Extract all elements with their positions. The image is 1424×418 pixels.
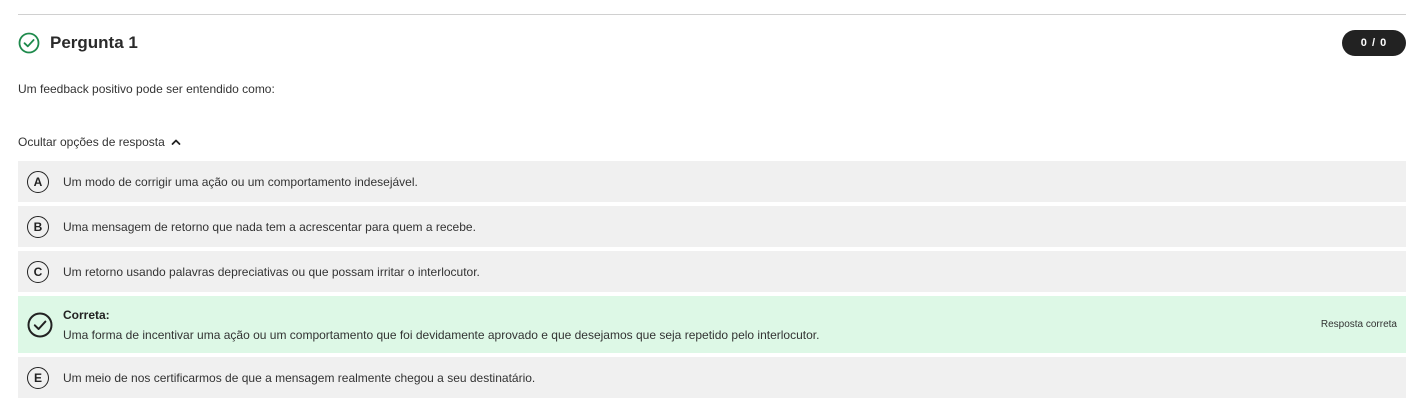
option-letter: E [27, 366, 49, 389]
answer-options: A Um modo de corrigir uma ação ou um com… [18, 161, 1406, 402]
option-letter: A [27, 170, 49, 193]
correct-label: Correta: [63, 307, 110, 322]
option-text: Um modo de corrigir uma ação ou um compo… [63, 174, 418, 189]
hide-options-toggle[interactable]: Ocultar opções de resposta [18, 135, 181, 149]
hide-options-label: Ocultar opções de resposta [18, 135, 165, 149]
option-text: Uma forma de incentivar uma ação ou um c… [63, 327, 820, 342]
correct-answer-body: Correta: Uma forma de incentivar uma açã… [63, 308, 819, 342]
answer-option-b[interactable]: B Uma mensagem de retorno que nada tem a… [18, 206, 1406, 247]
answer-option-c[interactable]: C Um retorno usando palavras depreciativ… [18, 251, 1406, 292]
chevron-up-icon [171, 138, 181, 146]
question-text: Um feedback positivo pode ser entendido … [18, 82, 275, 96]
answer-option-d-correct[interactable]: Correta: Uma forma de incentivar uma açã… [18, 296, 1406, 353]
option-text: Uma mensagem de retorno que nada tem a a… [63, 219, 476, 234]
answer-option-e[interactable]: E Um meio de nos certificarmos de que a … [18, 357, 1406, 398]
check-circle-icon [27, 312, 53, 338]
option-text: Um retorno usando palavras depreciativas… [63, 264, 480, 279]
option-letter: B [27, 215, 49, 238]
option-text: Um meio de nos certificarmos de que a me… [63, 370, 536, 385]
top-divider [18, 14, 1406, 15]
option-letter: C [27, 260, 49, 283]
answer-option-a[interactable]: A Um modo de corrigir uma ação ou um com… [18, 161, 1406, 202]
score-badge: 0 / 0 [1342, 30, 1406, 56]
check-circle-icon [18, 32, 40, 54]
question-header: Pergunta 1 0 / 0 [18, 30, 1406, 56]
correct-answer-tag: Resposta correta [1320, 319, 1397, 330]
question-title: Pergunta 1 [50, 33, 138, 52]
